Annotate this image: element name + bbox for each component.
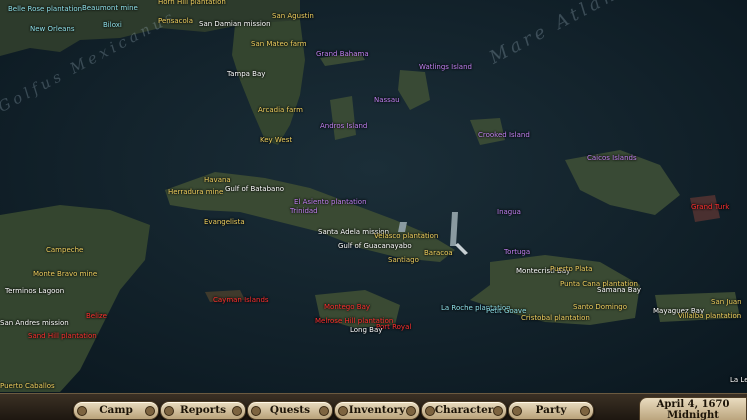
place-label[interactable]: Arcadia farm (258, 106, 303, 114)
game-date: April 4, 1670 (656, 399, 730, 410)
place-label[interactable]: Evangelista (204, 218, 245, 226)
place-label[interactable]: San Mateo farm (251, 40, 307, 48)
place-label[interactable]: Gulf of Guacanayabo (338, 242, 412, 250)
game-clock: April 4, 1670 Midnight (639, 397, 747, 420)
place-label[interactable]: Puerto Caballos (0, 382, 55, 390)
place-label[interactable]: Grand Bahama (316, 50, 369, 58)
place-label[interactable]: Nassau (374, 96, 400, 104)
place-label[interactable]: Havana (204, 176, 231, 184)
place-label[interactable]: Monte Bravo mine (33, 270, 97, 278)
place-label[interactable]: Cayman Islands (213, 296, 269, 304)
place-label[interactable]: New Orleans (30, 25, 75, 33)
place-label[interactable]: Beaumont mine (82, 4, 138, 12)
place-label[interactable]: San Juan (711, 298, 742, 306)
camp-button[interactable]: Camp (73, 401, 159, 420)
place-label[interactable]: Belle Rose plantation (8, 5, 82, 13)
bottom-menu-bar: Camp Reports Quests Inventory Character … (0, 393, 747, 420)
place-label[interactable]: Belize (86, 312, 107, 320)
place-label[interactable]: Gulf of Batabano (225, 185, 284, 193)
place-label[interactable]: Cristobal plantation (521, 314, 590, 322)
place-label[interactable]: San Damian mission (199, 20, 271, 28)
place-label[interactable]: Grand Turk (691, 203, 729, 211)
place-label[interactable]: Terminos Lagoon (5, 287, 64, 295)
place-label[interactable]: Key West (260, 136, 292, 144)
place-label[interactable]: Villalba plantation (678, 312, 741, 320)
place-label[interactable]: Sand Hill plantation (28, 332, 97, 340)
place-label[interactable]: Inagua (497, 208, 521, 216)
character-button[interactable]: Character (421, 401, 507, 420)
reports-button[interactable]: Reports (160, 401, 246, 420)
quests-button[interactable]: Quests (247, 401, 333, 420)
place-label[interactable]: Biloxi (103, 21, 122, 29)
inventory-button[interactable]: Inventory (334, 401, 420, 420)
place-label[interactable]: San Agustin (272, 12, 314, 20)
place-label[interactable]: Andros Island (320, 122, 367, 130)
place-label[interactable]: Baracoa (424, 249, 453, 257)
game-time: Midnight (667, 410, 719, 420)
place-label[interactable]: Crooked Island (478, 131, 530, 139)
place-label[interactable]: Long Bay (350, 326, 382, 334)
place-label[interactable]: Samana Bay (597, 286, 641, 294)
place-label[interactable]: Trinidad (290, 207, 318, 215)
place-label[interactable]: El Asiento plantation (294, 198, 367, 206)
place-label[interactable]: Tortuga (504, 248, 530, 256)
place-label[interactable]: Pensacola (158, 17, 193, 25)
place-label[interactable]: Caicos Islands (587, 154, 637, 162)
place-label[interactable]: Watlings Island (419, 63, 472, 71)
place-label[interactable]: Velasco plantation (374, 232, 438, 240)
world-map[interactable]: Golfus Mexicanus Mare Atlanticum Belle R… (0, 0, 747, 420)
place-label[interactable]: Puerto Plata (550, 265, 592, 273)
party-button[interactable]: Party (508, 401, 594, 420)
place-label[interactable]: Campeche (46, 246, 83, 254)
place-label[interactable]: La Le (730, 376, 747, 384)
place-label[interactable]: Santo Domingo (573, 303, 627, 311)
place-label[interactable]: Horn Hill plantation (158, 0, 226, 6)
place-label[interactable]: Herradura mine (168, 188, 223, 196)
place-label[interactable]: Tampa Bay (227, 70, 265, 78)
place-label[interactable]: Santiago (388, 256, 419, 264)
place-label[interactable]: San Andres mission (0, 319, 69, 327)
place-label[interactable]: Montego Bay (324, 303, 370, 311)
map-terrain (0, 0, 747, 420)
